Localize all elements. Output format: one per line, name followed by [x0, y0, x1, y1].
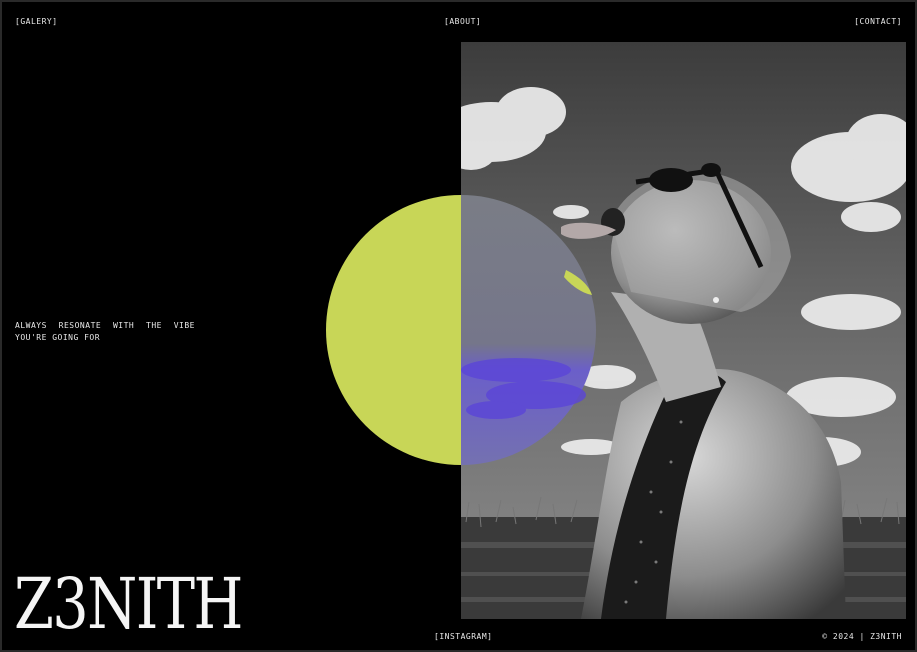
nav-gallery-link[interactable]: [GALERY]	[15, 17, 58, 26]
footer-instagram-link[interactable]: [INSTAGRAM]	[434, 632, 492, 641]
footer-copyright: © 2024 | Z3NITH	[822, 632, 902, 641]
nav-contact-link[interactable]: [CONTACT]	[854, 17, 902, 26]
page-frame: [GALERY] [ABOUT] [CONTACT] ALWAYS RESONA…	[0, 0, 917, 652]
accent-circle	[326, 195, 596, 465]
brand-logo: Z3NITH	[14, 563, 243, 645]
hero-tagline: ALWAYS RESONATE WITH THE VIBE YOU'RE GOI…	[15, 321, 195, 342]
accent-circle-art	[326, 195, 596, 465]
nav-about-link[interactable]: [ABOUT]	[444, 17, 481, 26]
